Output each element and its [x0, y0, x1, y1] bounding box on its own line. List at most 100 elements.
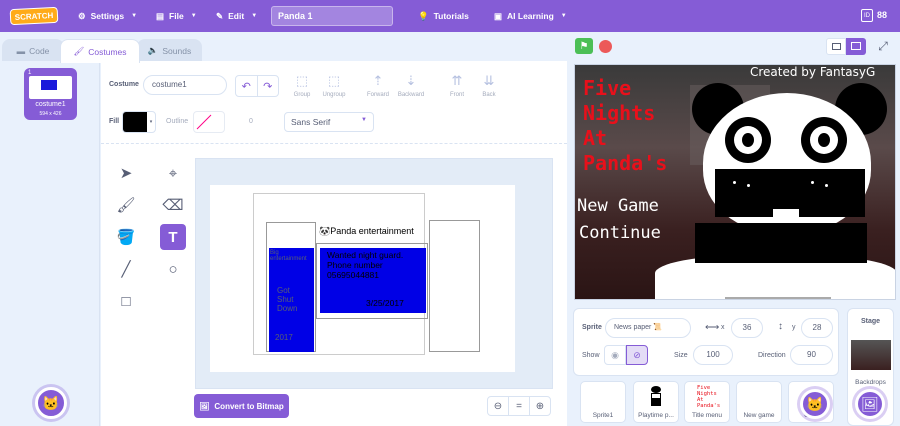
- undo-icon[interactable]: ↶: [236, 76, 258, 96]
- continue-button[interactable]: Continue: [579, 223, 661, 243]
- panda-dot: [825, 184, 828, 187]
- costume-name-input[interactable]: costume1: [143, 75, 227, 95]
- back-button[interactable]: ⇊ Back: [470, 73, 508, 98]
- redo-icon[interactable]: ↷: [258, 76, 279, 96]
- fill-label: Fill: [109, 118, 120, 125]
- line-tool[interactable]: ╱: [113, 256, 139, 282]
- add-costume-button[interactable]: 🐱: [35, 387, 67, 419]
- thumb-line: Panda's: [697, 403, 721, 409]
- ai-learning-label: AI Learning: [507, 11, 554, 21]
- tab-code[interactable]: ▬ Code: [2, 39, 64, 61]
- green-flag-button[interactable]: ⚑: [575, 38, 593, 54]
- ungroup-button[interactable]: ⬚ Ungroup: [315, 73, 353, 98]
- scratch-logo[interactable]: SCRATCH: [9, 6, 59, 26]
- new-game-button[interactable]: New Game: [577, 196, 659, 216]
- panda-pupil-right: [818, 133, 830, 147]
- drawing-canvas[interactable]: Big entertainment Got Shut Down 2017 🐼Pa…: [210, 185, 515, 372]
- brush-icon: 🖌: [116, 197, 136, 214]
- zoom-out-button[interactable]: ⊖: [487, 396, 509, 416]
- panda-icon: 🐼: [319, 226, 331, 236]
- ad-line-3: 05695044881: [327, 270, 380, 280]
- size-input[interactable]: 100: [693, 345, 733, 365]
- tutorials-button[interactable]: 💡 Tutorials: [418, 0, 469, 32]
- text-tool[interactable]: T: [160, 224, 186, 250]
- show-label: Show: [582, 352, 600, 359]
- font-select[interactable]: Sans Serif ▼: [284, 112, 374, 132]
- title-line-1: Five: [583, 76, 632, 100]
- left-panel-year: 2017: [275, 333, 293, 342]
- ai-learning-menu[interactable]: ▣ AI Learning ▼: [494, 0, 567, 32]
- stop-button[interactable]: [599, 40, 612, 53]
- left-panel-title: Big entertainment: [270, 250, 307, 262]
- menu-bar: SCRATCH ⚙ Settings ▼ ▤ File ▼ ✎ Edit ▼ Panda 1…: [0, 0, 900, 32]
- sprite-item[interactable]: Sprite1: [580, 381, 626, 423]
- tab-sounds[interactable]: 🔈 Sounds: [137, 39, 202, 61]
- id-number: 88: [877, 10, 888, 20]
- sprite-item[interactable]: New game: [736, 381, 782, 423]
- tab-costumes[interactable]: 🖌 Costumes: [60, 39, 140, 63]
- tab-sounds-label: Sounds: [162, 45, 192, 56]
- arrow-icon: ➤: [119, 165, 133, 182]
- project-title-input[interactable]: Panda 1: [271, 6, 393, 26]
- fill-color-picker[interactable]: ▾: [122, 111, 156, 133]
- title-line-2: Nights: [583, 101, 656, 125]
- select-tool[interactable]: ➤: [113, 160, 139, 186]
- cat-plus-icon: 🐱: [42, 394, 60, 411]
- costume-thumbnail: [29, 76, 72, 99]
- fullscreen-button[interactable]: ⤢: [873, 37, 893, 55]
- outline-width[interactable]: 0: [249, 118, 253, 125]
- costume-item[interactable]: 1 costume1 594 x 426: [24, 68, 77, 120]
- tutorials-label: Tutorials: [433, 11, 469, 21]
- square-icon: □: [121, 292, 131, 310]
- large-stage-icon: [851, 42, 861, 50]
- reshape-tool[interactable]: ⌖: [160, 160, 186, 186]
- circle-icon: ○: [168, 260, 178, 278]
- show-visible-button[interactable]: ◉: [604, 345, 626, 365]
- credit-text: Created by FantasyG: [750, 65, 876, 79]
- panda-eye-left: [734, 126, 762, 154]
- front-label: Front: [449, 92, 464, 98]
- zoom-reset-button[interactable]: =: [508, 396, 530, 416]
- brush-tool[interactable]: 🖌: [113, 192, 139, 218]
- fill-tool[interactable]: 🪣: [113, 224, 139, 250]
- font-value: Sans Serif: [291, 117, 331, 127]
- ungroup-icon: ⬚: [327, 73, 341, 88]
- back-icon: ⇊: [483, 73, 495, 88]
- large-stage-button[interactable]: [846, 38, 866, 55]
- rectangle-tool[interactable]: □: [113, 288, 139, 314]
- file-label: File: [169, 11, 184, 21]
- y-input[interactable]: 28: [801, 318, 833, 338]
- circle-tool[interactable]: ○: [160, 256, 186, 282]
- eraser-tool[interactable]: ⌫: [160, 192, 186, 218]
- sprite-name-input[interactable]: News paper 📜: [605, 318, 691, 338]
- x-input[interactable]: 36: [731, 318, 763, 338]
- y-label: y: [792, 324, 796, 331]
- add-backdrop-button[interactable]: 🖼: [855, 389, 885, 419]
- convert-to-bitmap-button[interactable]: 🖼 Convert to Bitmap: [194, 394, 289, 418]
- sprite-item[interactable]: Five Nights At Panda's Title menu: [684, 381, 730, 423]
- file-menu[interactable]: ▤ File ▼: [156, 0, 197, 32]
- brush-icon: 🖌: [73, 46, 85, 56]
- sprite-item[interactable]: Playtime p...: [633, 381, 679, 423]
- pencil-icon: ✎: [216, 10, 224, 21]
- stage-canvas[interactable]: Created by FantasyG Five Nights At Panda…: [574, 64, 896, 300]
- panda-dot: [733, 181, 736, 184]
- no-outline-icon: [196, 114, 212, 130]
- direction-input[interactable]: 90: [790, 345, 833, 365]
- panda-jaw: [695, 223, 867, 263]
- undo-redo-group: ↶ ↷: [235, 75, 279, 97]
- ungroup-label: Ungroup: [322, 92, 346, 98]
- edit-menu[interactable]: ✎ Edit ▼: [216, 0, 257, 32]
- show-hidden-button[interactable]: ⊘: [626, 345, 648, 365]
- add-sprite-button[interactable]: 🐱: [800, 389, 830, 419]
- outline-color-picker[interactable]: [193, 111, 225, 133]
- chevron-down-icon: ▼: [560, 13, 567, 19]
- backward-button[interactable]: ⇣ Backward: [392, 73, 430, 98]
- settings-menu[interactable]: ⚙ Settings ▼: [78, 0, 137, 32]
- line-icon: ╱: [121, 261, 131, 278]
- game-title: Five Nights At Panda's: [583, 76, 667, 176]
- small-stage-button[interactable]: [826, 38, 846, 55]
- chevron-down-icon: ▼: [190, 13, 197, 19]
- zoom-in-button[interactable]: ⊕: [529, 396, 551, 416]
- backward-label: Backward: [397, 92, 425, 98]
